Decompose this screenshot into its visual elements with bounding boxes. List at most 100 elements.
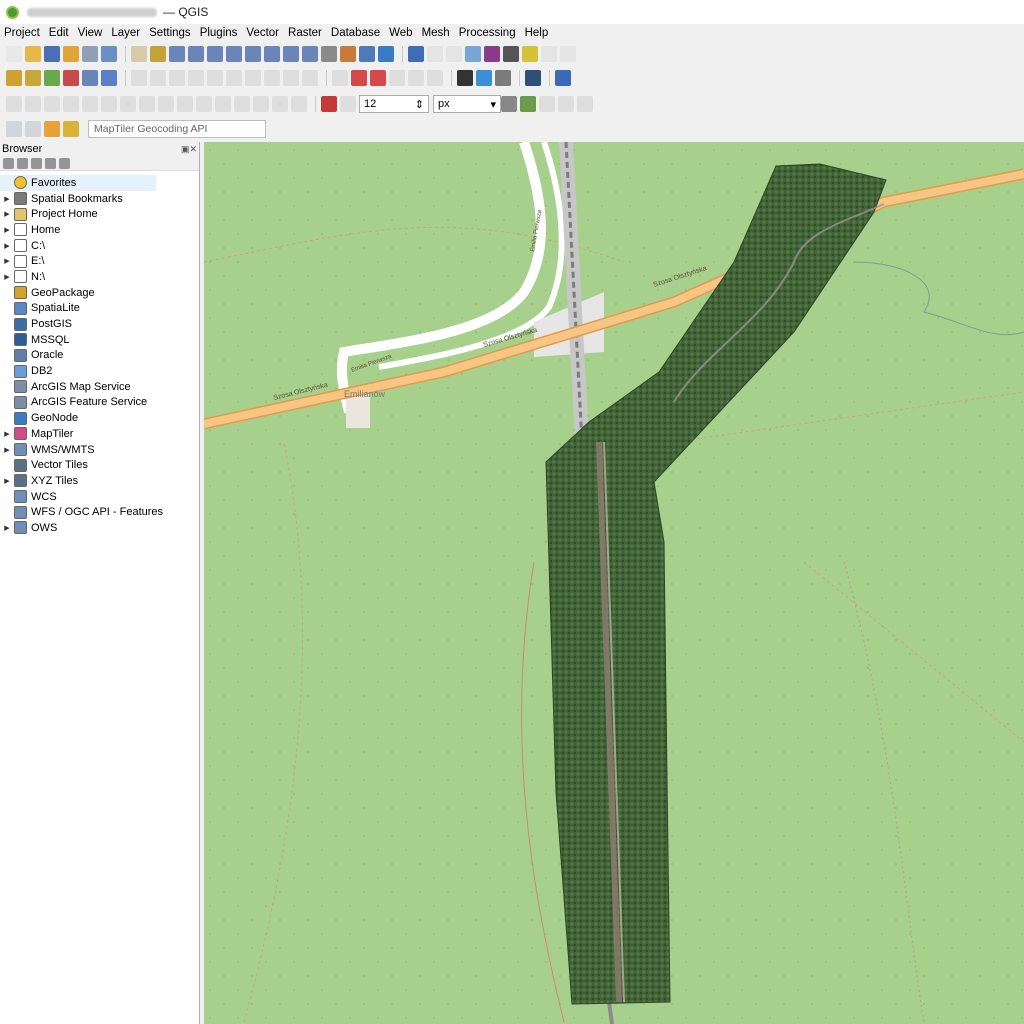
- geocoding-search-input[interactable]: MapTiler Geocoding API: [88, 120, 266, 138]
- zoom-native-icon[interactable]: [264, 46, 280, 62]
- change-label-icon[interactable]: [427, 70, 443, 86]
- topology-icon[interactable]: [539, 96, 555, 112]
- add-layer-icon[interactable]: [3, 157, 14, 169]
- merge-icon[interactable]: [291, 96, 307, 112]
- expand-arrow-icon[interactable]: ▶: [0, 226, 14, 234]
- save-project-icon[interactable]: [44, 46, 60, 62]
- expand-arrow-icon[interactable]: ▶: [0, 524, 14, 532]
- expand-arrow-icon[interactable]: ▶: [0, 446, 14, 454]
- menu-web[interactable]: Web: [389, 27, 412, 39]
- browser-item-wcs[interactable]: WCS: [0, 489, 199, 505]
- new-layer-icon[interactable]: [101, 70, 117, 86]
- font-size-spinbox[interactable]: 12 ⇕: [359, 95, 429, 113]
- shape-digitizing-icon[interactable]: [6, 96, 22, 112]
- paste-icon[interactable]: [264, 70, 280, 86]
- highlight-label-icon[interactable]: [370, 70, 386, 86]
- browser-item-arcgis-map-service[interactable]: ArcGIS Map Service: [0, 379, 199, 395]
- browser-item-geonode[interactable]: GeoNode: [0, 410, 199, 426]
- tips-icon[interactable]: [541, 46, 557, 62]
- self-snapping-icon[interactable]: [577, 96, 593, 112]
- browser-item-geopackage[interactable]: GeoPackage: [0, 285, 199, 301]
- delete-ring-icon[interactable]: [196, 96, 212, 112]
- magnet-snapping-icon[interactable]: [321, 96, 337, 112]
- browser-item-favorites[interactable]: Favorites: [0, 175, 156, 191]
- grid-icon[interactable]: [495, 70, 511, 86]
- menu-mesh[interactable]: Mesh: [422, 27, 450, 39]
- browser-item-spatial-bookmarks[interactable]: ▶ Spatial Bookmarks: [0, 191, 199, 207]
- delete-part-icon[interactable]: [215, 96, 231, 112]
- measure-icon[interactable]: [503, 46, 519, 62]
- simplify-icon[interactable]: [120, 96, 136, 112]
- add-wms-icon[interactable]: [82, 70, 98, 86]
- menu-project[interactable]: Project: [4, 27, 40, 39]
- save-as-icon[interactable]: [63, 46, 79, 62]
- scale-icon[interactable]: [101, 96, 117, 112]
- attribute-table-icon[interactable]: [465, 46, 481, 62]
- add-part-icon[interactable]: [158, 96, 174, 112]
- more-icon[interactable]: [560, 46, 576, 62]
- browser-item-e[interactable]: ▶ E:\: [0, 253, 199, 269]
- refresh-icon[interactable]: [378, 46, 394, 62]
- expand-arrow-icon[interactable]: ▶: [0, 430, 14, 438]
- browser-item-wms-wmts[interactable]: ▶ WMS/WMTS: [0, 442, 199, 458]
- browser-item-xyz-tiles[interactable]: ▶ XYZ Tiles: [0, 473, 199, 489]
- filter-icon[interactable]: [31, 157, 42, 169]
- add-vector-icon[interactable]: [25, 70, 41, 86]
- unit-combobox[interactable]: px ▾: [433, 95, 501, 113]
- menu-settings[interactable]: Settings: [149, 27, 191, 39]
- reshape-icon[interactable]: [234, 96, 250, 112]
- map-svg[interactable]: Szosa Olsztyńska Szosa Olsztyńska Szosa …: [204, 142, 1024, 1024]
- expand-arrow-icon[interactable]: ▶: [0, 210, 14, 218]
- book-icon[interactable]: [525, 70, 541, 86]
- browser-item-maptiler[interactable]: ▶ MapTiler: [0, 426, 199, 442]
- collapse-all-icon[interactable]: [45, 157, 56, 169]
- expand-arrow-icon[interactable]: ▶: [0, 242, 14, 250]
- browser-item-arcgis-feature-service[interactable]: ArcGIS Feature Service: [0, 395, 199, 411]
- zoom-selection-icon[interactable]: [245, 46, 261, 62]
- new-project-icon[interactable]: [6, 46, 22, 62]
- menu-view[interactable]: View: [78, 27, 103, 39]
- vertex-tool-icon[interactable]: [188, 70, 204, 86]
- bookmark-add-icon[interactable]: [44, 121, 60, 137]
- refresh-icon[interactable]: [17, 157, 28, 169]
- print-layout-icon[interactable]: [82, 46, 98, 62]
- zoom-in-icon[interactable]: [169, 46, 185, 62]
- temporal-icon[interactable]: [359, 46, 375, 62]
- browser-item-ows[interactable]: ▶ OWS: [0, 520, 199, 536]
- browser-item-home[interactable]: ▶ Home: [0, 222, 199, 238]
- properties-icon[interactable]: [59, 157, 70, 169]
- plugin-icon[interactable]: [476, 70, 492, 86]
- browser-item-c[interactable]: ▶ C:\: [0, 238, 199, 254]
- offset-curve-icon[interactable]: [253, 96, 269, 112]
- expand-arrow-icon[interactable]: ▶: [0, 273, 14, 281]
- dropdown-icon[interactable]: [25, 121, 41, 137]
- redo-icon[interactable]: [302, 70, 318, 86]
- open-project-icon[interactable]: [25, 46, 41, 62]
- rotate-icon[interactable]: [82, 96, 98, 112]
- menu-vector[interactable]: Vector: [246, 27, 279, 39]
- browser-item-project-home[interactable]: ▶ Project Home: [0, 206, 199, 222]
- menu-processing[interactable]: Processing: [459, 27, 516, 39]
- zoom-layer-icon[interactable]: [226, 46, 242, 62]
- menu-raster[interactable]: Raster: [288, 27, 322, 39]
- pan-to-selection-icon[interactable]: [150, 46, 166, 62]
- avoid-intersection-icon[interactable]: [558, 96, 574, 112]
- add-mesh-icon[interactable]: [63, 70, 79, 86]
- trace-icon[interactable]: [520, 96, 536, 112]
- panel-float-close-icon[interactable]: ▣✕: [181, 144, 197, 155]
- expand-arrow-icon[interactable]: ▶: [0, 477, 14, 485]
- add-raster-icon[interactable]: [44, 70, 60, 86]
- python-console-icon[interactable]: [457, 70, 473, 86]
- style-manager-icon[interactable]: [101, 46, 117, 62]
- digitize-icon[interactable]: [131, 70, 147, 86]
- pin-label-icon[interactable]: [351, 70, 367, 86]
- browser-item-oracle[interactable]: Oracle: [0, 348, 199, 364]
- select-icon[interactable]: [427, 46, 443, 62]
- speech-icon[interactable]: [555, 70, 571, 86]
- add-ring-icon[interactable]: [139, 96, 155, 112]
- menu-database[interactable]: Database: [331, 27, 380, 39]
- browser-item-wfs-ogc-api-features[interactable]: WFS / OGC API - Features: [0, 504, 199, 520]
- zoom-next-icon[interactable]: [302, 46, 318, 62]
- delete-icon[interactable]: [207, 70, 223, 86]
- browser-item-postgis[interactable]: PostGIS: [0, 316, 199, 332]
